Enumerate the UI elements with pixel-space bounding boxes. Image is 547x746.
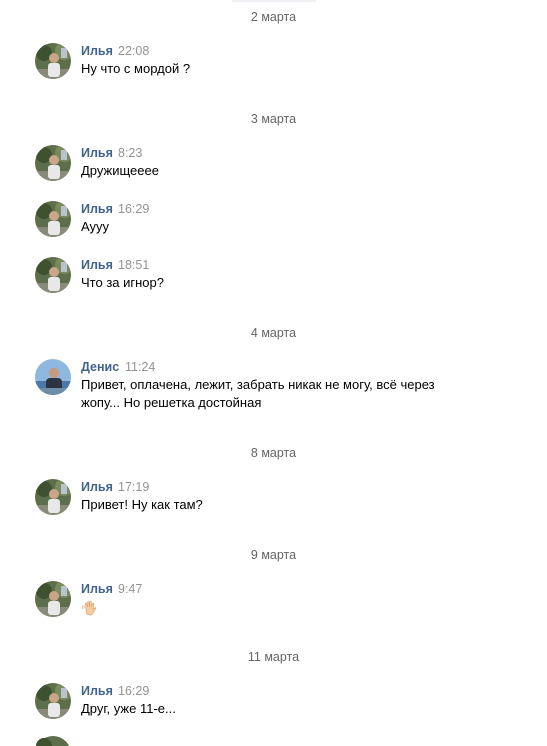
message-text-line: жопу... Но решетка достойная: [81, 395, 262, 410]
avatar[interactable]: [35, 581, 71, 617]
message-text: Друг, уже 11-е...: [81, 701, 176, 716]
author-name[interactable]: Илья: [81, 582, 113, 596]
author-name[interactable]: Илья: [81, 258, 113, 272]
message-text: Дружищеееe: [81, 163, 159, 178]
avatar[interactable]: [35, 257, 71, 293]
avatar[interactable]: [35, 683, 71, 719]
date-separator: 11 марта: [0, 650, 547, 664]
date-separator: 9 марта: [0, 548, 547, 562]
message-text: Привет, оплачена, лежит, забрать никак н…: [81, 376, 461, 412]
author-name[interactable]: Илья: [81, 684, 113, 698]
message-time[interactable]: 22:08: [118, 44, 149, 58]
author-name[interactable]: Илья: [81, 480, 113, 494]
avatar[interactable]: [35, 43, 71, 79]
avatar[interactable]: [35, 145, 71, 181]
message-time[interactable]: 9:47: [118, 582, 142, 596]
author-name[interactable]: Илья: [81, 44, 113, 58]
author-name[interactable]: Денис: [81, 360, 119, 374]
message-time[interactable]: 16:29: [118, 684, 149, 698]
message-text: Аууу: [81, 219, 110, 234]
message-time[interactable]: 18:51: [118, 258, 149, 272]
message-time[interactable]: 16:29: [118, 202, 149, 216]
message-text-line: Привет, оплачена, лежит, забрать никак н…: [81, 377, 435, 392]
scroll-top-edge: [232, 0, 316, 2]
avatar[interactable]: [35, 201, 71, 237]
author-name[interactable]: Илья: [81, 202, 113, 216]
message-text: Привет! Ну как там?: [81, 497, 203, 512]
message-time[interactable]: 8:23: [118, 146, 142, 160]
avatar[interactable]: [35, 479, 71, 515]
date-separator: 3 марта: [0, 112, 547, 126]
message-time[interactable]: 11:24: [125, 360, 155, 374]
message-text: Что за игнор?: [81, 275, 164, 290]
message-time[interactable]: 17:19: [118, 480, 149, 494]
author-name[interactable]: Илья: [81, 146, 113, 160]
message-text: Ну что с мордой ?: [81, 61, 191, 76]
avatar[interactable]: [35, 736, 71, 746]
date-separator: 4 марта: [0, 326, 547, 340]
date-separator: 8 марта: [0, 446, 547, 460]
date-separator: 2 марта: [0, 10, 547, 24]
waving-hand-icon: [81, 599, 99, 617]
avatar[interactable]: [35, 359, 71, 395]
